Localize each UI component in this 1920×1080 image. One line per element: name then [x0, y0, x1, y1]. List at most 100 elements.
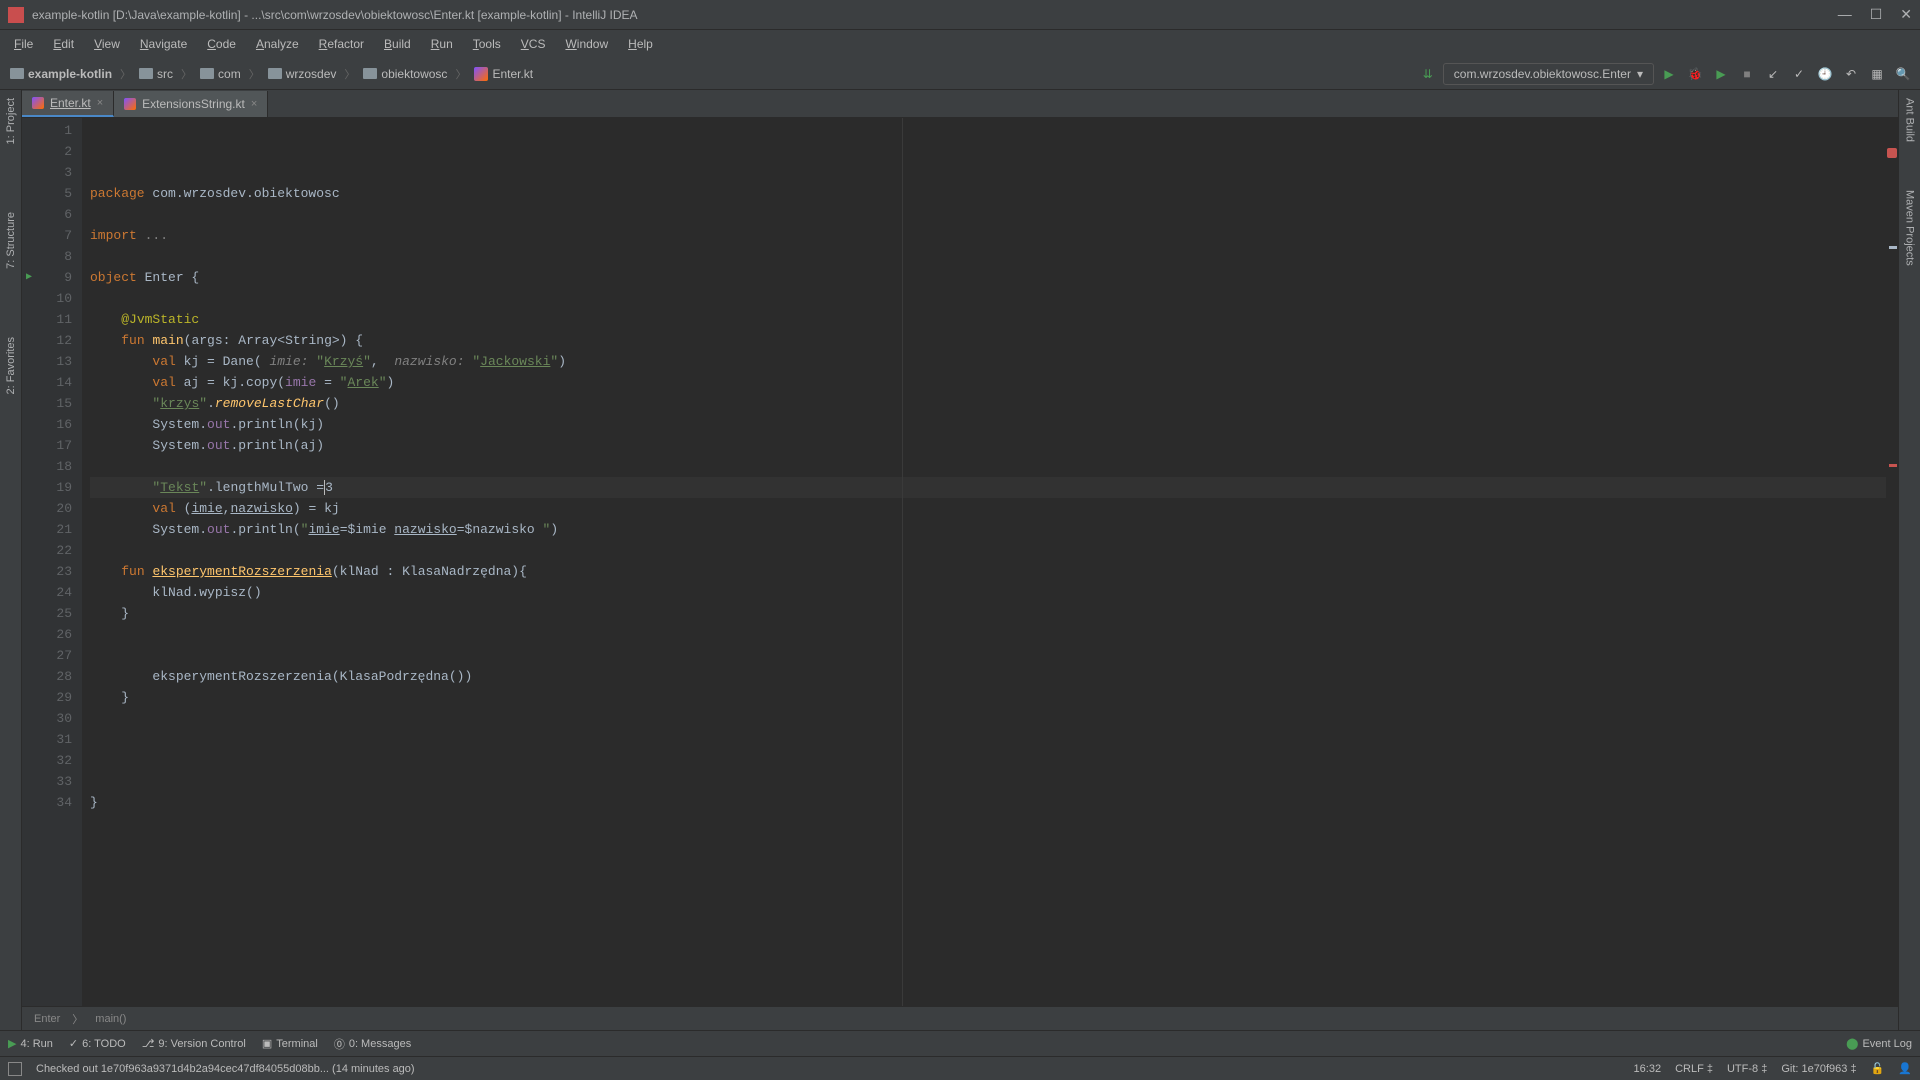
menu-window[interactable]: Window: [557, 33, 616, 55]
code-line[interactable]: [90, 456, 1898, 477]
code-line[interactable]: }: [90, 792, 1898, 813]
breadcrumb-com[interactable]: com: [196, 65, 245, 83]
vcs-commit-button[interactable]: ✓: [1788, 63, 1810, 85]
menu-run[interactable]: Run: [423, 33, 461, 55]
stop-button[interactable]: ■: [1736, 63, 1758, 85]
close-button[interactable]: ✕: [1900, 6, 1912, 23]
code-line[interactable]: System.out.println("imie=$imie nazwisko=…: [90, 519, 1898, 540]
code-line[interactable]: [90, 750, 1898, 771]
line-number[interactable]: 10: [22, 288, 72, 309]
vcs-history-button[interactable]: 🕘: [1814, 63, 1836, 85]
code-line[interactable]: [90, 813, 1898, 834]
code-line[interactable]: val kj = Dane( imie: "Krzyś", nazwisko: …: [90, 351, 1898, 372]
menu-edit[interactable]: Edit: [45, 33, 82, 55]
line-number[interactable]: 33: [22, 771, 72, 792]
tool-window-terminal[interactable]: ▣Terminal: [262, 1037, 318, 1050]
coverage-button[interactable]: ▶: [1710, 63, 1732, 85]
tool-window----todo[interactable]: ✓6: TODO: [69, 1037, 126, 1050]
search-button[interactable]: 🔍: [1892, 63, 1914, 85]
git-branch[interactable]: Git: 1e70f963 ‡: [1781, 1063, 1856, 1075]
tab-ExtensionsString.kt[interactable]: ExtensionsString.kt×: [114, 91, 268, 117]
code-line[interactable]: }: [90, 603, 1898, 624]
line-number[interactable]: 1: [22, 120, 72, 141]
cursor-position[interactable]: 16:32: [1634, 1063, 1662, 1075]
minimize-button[interactable]: —: [1838, 6, 1852, 23]
code-line[interactable]: }: [90, 687, 1898, 708]
breadcrumb-Enter.kt[interactable]: Enter.kt: [470, 65, 537, 83]
menu-build[interactable]: Build: [376, 33, 419, 55]
breadcrumb-example-kotlin[interactable]: example-kotlin: [6, 65, 116, 83]
line-number[interactable]: 29: [22, 687, 72, 708]
line-number[interactable]: 22: [22, 540, 72, 561]
code-line[interactable]: [90, 729, 1898, 750]
editor-breadcrumb-item[interactable]: main(): [95, 1013, 126, 1025]
line-number[interactable]: 27: [22, 645, 72, 666]
run-button[interactable]: ▶: [1658, 63, 1680, 85]
code-editor[interactable]: 12356789▶1011121314151617181920212223242…: [22, 118, 1898, 1006]
line-number[interactable]: 7: [22, 225, 72, 246]
line-number[interactable]: 26: [22, 624, 72, 645]
line-number[interactable]: 11: [22, 309, 72, 330]
lock-icon[interactable]: 🔓: [1871, 1062, 1885, 1075]
menu-vcs[interactable]: VCS: [513, 33, 554, 55]
vcs-update-button[interactable]: ↙: [1762, 63, 1784, 85]
line-number[interactable]: 3: [22, 162, 72, 183]
vcs-revert-button[interactable]: ↶: [1840, 63, 1862, 85]
code-line[interactable]: import ...: [90, 225, 1898, 246]
line-number[interactable]: 16: [22, 414, 72, 435]
tool-window----messages[interactable]: ⓪0: Messages: [334, 1036, 411, 1052]
line-number[interactable]: 15: [22, 393, 72, 414]
tool-window-ant-build[interactable]: Ant Build: [1904, 94, 1916, 146]
line-number[interactable]: 31: [22, 729, 72, 750]
code-line[interactable]: klNad.wypisz(): [90, 582, 1898, 603]
line-number[interactable]: 18: [22, 456, 72, 477]
line-number[interactable]: 30: [22, 708, 72, 729]
code-line[interactable]: fun main(args: Array<String>) {: [90, 330, 1898, 351]
line-number[interactable]: 34: [22, 792, 72, 813]
run-line-icon[interactable]: ▶: [26, 267, 32, 288]
code-line[interactable]: [90, 204, 1898, 225]
debug-button[interactable]: 🐞: [1684, 63, 1706, 85]
line-number[interactable]: 23: [22, 561, 72, 582]
tab-Enter.kt[interactable]: Enter.kt×: [22, 91, 114, 117]
tool-window----favorites[interactable]: 2: Favorites: [5, 333, 17, 398]
code-line[interactable]: [90, 834, 1898, 855]
menu-help[interactable]: Help: [620, 33, 661, 55]
line-number[interactable]: 13: [22, 351, 72, 372]
code-line[interactable]: val aj = kj.copy(imie = "Arek"): [90, 372, 1898, 393]
tool-window-quick-access[interactable]: [8, 1062, 22, 1076]
menu-code[interactable]: Code: [199, 33, 244, 55]
tool-window-maven-projects[interactable]: Maven Projects: [1904, 186, 1916, 270]
line-number[interactable]: 32: [22, 750, 72, 771]
code-line[interactable]: object Enter {: [90, 267, 1898, 288]
code-line[interactable]: [90, 288, 1898, 309]
code-line[interactable]: eksperymentRozszerzenia(KlasaPodrzędna()…: [90, 666, 1898, 687]
maximize-button[interactable]: ☐: [1870, 6, 1883, 23]
menu-navigate[interactable]: Navigate: [132, 33, 195, 55]
line-number[interactable]: 14: [22, 372, 72, 393]
analysis-error-icon[interactable]: [1887, 148, 1897, 158]
code-line[interactable]: System.out.println(kj): [90, 414, 1898, 435]
code-line[interactable]: System.out.println(aj): [90, 435, 1898, 456]
line-number[interactable]: 2: [22, 141, 72, 162]
code-line[interactable]: fun eksperymentRozszerzenia(klNad : Klas…: [90, 561, 1898, 582]
menu-file[interactable]: File: [6, 33, 41, 55]
close-tab-icon[interactable]: ×: [251, 98, 257, 110]
code-line[interactable]: [90, 540, 1898, 561]
code-line[interactable]: [90, 246, 1898, 267]
project-structure-button[interactable]: ▦: [1866, 63, 1888, 85]
code-line[interactable]: "krzys".removeLastChar(): [90, 393, 1898, 414]
line-number[interactable]: 8: [22, 246, 72, 267]
line-number[interactable]: 9▶: [22, 267, 72, 288]
line-number[interactable]: 21: [22, 519, 72, 540]
tool-window----run[interactable]: ▶4: Run: [8, 1037, 53, 1050]
line-number[interactable]: 24: [22, 582, 72, 603]
tool-window----structure[interactable]: 7: Structure: [5, 208, 17, 273]
hector-icon[interactable]: 👤: [1898, 1062, 1912, 1075]
code-line[interactable]: [90, 771, 1898, 792]
code-line[interactable]: [90, 624, 1898, 645]
breadcrumb-src[interactable]: src: [135, 65, 177, 83]
code-line[interactable]: [90, 645, 1898, 666]
code-line[interactable]: package com.wrzosdev.obiektowosc: [90, 183, 1898, 204]
code-line[interactable]: [90, 708, 1898, 729]
